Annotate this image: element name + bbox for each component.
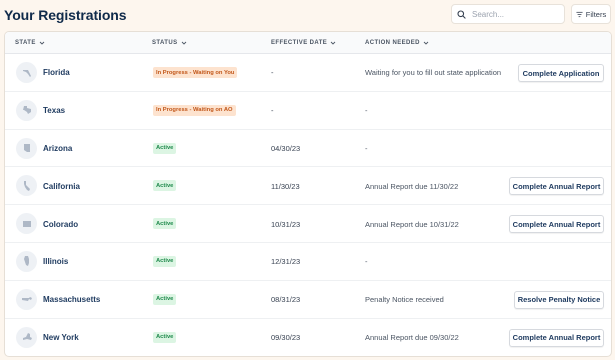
status-badge: Active: [153, 331, 177, 343]
effective-date: -: [271, 106, 274, 116]
search-input[interactable]: [472, 9, 562, 19]
chevron-down-icon: [181, 41, 186, 45]
table-row: Texas In Progress - Waiting on AO - -: [5, 92, 611, 130]
effective-date: 12/31/23: [271, 257, 301, 267]
column-header-state[interactable]: STATE: [15, 32, 45, 54]
state-map-icon: [16, 62, 37, 83]
status-badge: In Progress - Waiting on You: [153, 67, 238, 78]
table-row: Florida In Progress - Waiting on You - W…: [5, 54, 611, 92]
action-needed: Annual Report due 09/30/22: [365, 332, 459, 342]
resolve-penalty-notice-button[interactable]: Resolve Penalty Notice: [514, 290, 604, 309]
status-badge: Active: [153, 218, 177, 230]
chevron-down-icon: [330, 41, 336, 45]
action-needed: -: [365, 143, 368, 153]
state-name[interactable]: Texas: [43, 92, 65, 130]
complete-annual-report-button[interactable]: Complete Annual Report: [509, 177, 604, 196]
status-badge: Active: [153, 255, 177, 267]
complete-application-button[interactable]: Complete Application: [518, 64, 604, 82]
table-header: STATE STATUS EFFECTIVE DATE ACTION NEEDE…: [5, 32, 611, 54]
effective-date: 08/31/23: [271, 295, 301, 305]
table-row: California Active 11/30/23 Annual Report…: [5, 167, 611, 206]
effective-date: -: [271, 68, 274, 78]
table-row: New York Active 09/30/23 Annual Report d…: [5, 319, 611, 356]
state-map-icon: [16, 326, 37, 348]
page-title: Your Registrations: [4, 7, 127, 23]
state-name[interactable]: New York: [43, 319, 79, 356]
table-row: Arizona Active 04/30/23 -: [5, 130, 611, 168]
effective-date: 10/31/23: [271, 219, 301, 229]
state-name[interactable]: Massachusetts: [43, 281, 100, 319]
action-needed: -: [365, 257, 368, 267]
registrations-table: STATE STATUS EFFECTIVE DATE ACTION NEEDE…: [4, 31, 612, 357]
status-badge: Active: [153, 293, 177, 305]
effective-date: 09/30/23: [271, 332, 301, 342]
state-map-icon: [16, 288, 37, 310]
state-name[interactable]: Illinois: [43, 243, 68, 281]
effective-date: 11/30/23: [271, 181, 300, 191]
action-needed: Penalty Notice received: [365, 295, 444, 305]
state-name[interactable]: Florida: [43, 54, 70, 92]
state-map-icon: [16, 250, 37, 272]
filters-label: Filters: [585, 9, 607, 19]
state-map-icon: [16, 213, 37, 235]
column-header-status[interactable]: STATUS: [152, 32, 187, 54]
chevron-down-icon: [39, 41, 45, 45]
complete-annual-report-button[interactable]: Complete Annual Report: [509, 215, 604, 234]
chevron-down-icon: [423, 41, 429, 45]
state-map-icon: [16, 175, 37, 197]
effective-date: 04/30/23: [271, 143, 301, 153]
table-row: Illinois Active 12/31/23 -: [5, 243, 611, 281]
search-box[interactable]: [451, 4, 565, 24]
filter-icon: [576, 11, 583, 17]
action-needed: Waiting for you to fill out state applic…: [365, 68, 502, 78]
column-header-action-needed[interactable]: ACTION NEEDED: [365, 32, 429, 54]
action-needed: Annual Report due 11/30/22: [365, 181, 459, 191]
table-row: Massachusetts Active 08/31/23 Penalty No…: [5, 281, 611, 319]
action-needed: Annual Report due 10/31/22: [365, 219, 459, 229]
state-map-icon: [16, 137, 37, 159]
column-header-effective-date[interactable]: EFFECTIVE DATE: [271, 32, 336, 54]
search-icon: [457, 9, 466, 19]
action-needed: -: [365, 106, 368, 116]
status-badge: In Progress - Waiting on AO: [153, 104, 236, 116]
status-badge: Active: [153, 142, 177, 154]
status-badge: Active: [153, 180, 177, 192]
state-name[interactable]: California: [43, 167, 80, 205]
state-map-icon: [16, 99, 37, 121]
filters-button[interactable]: Filters: [571, 4, 611, 24]
state-name[interactable]: Colorado: [43, 205, 78, 243]
state-name[interactable]: Arizona: [43, 130, 72, 168]
table-row: Colorado Active 10/31/23 Annual Report d…: [5, 205, 611, 243]
complete-annual-report-button[interactable]: Complete Annual Report: [509, 328, 604, 347]
